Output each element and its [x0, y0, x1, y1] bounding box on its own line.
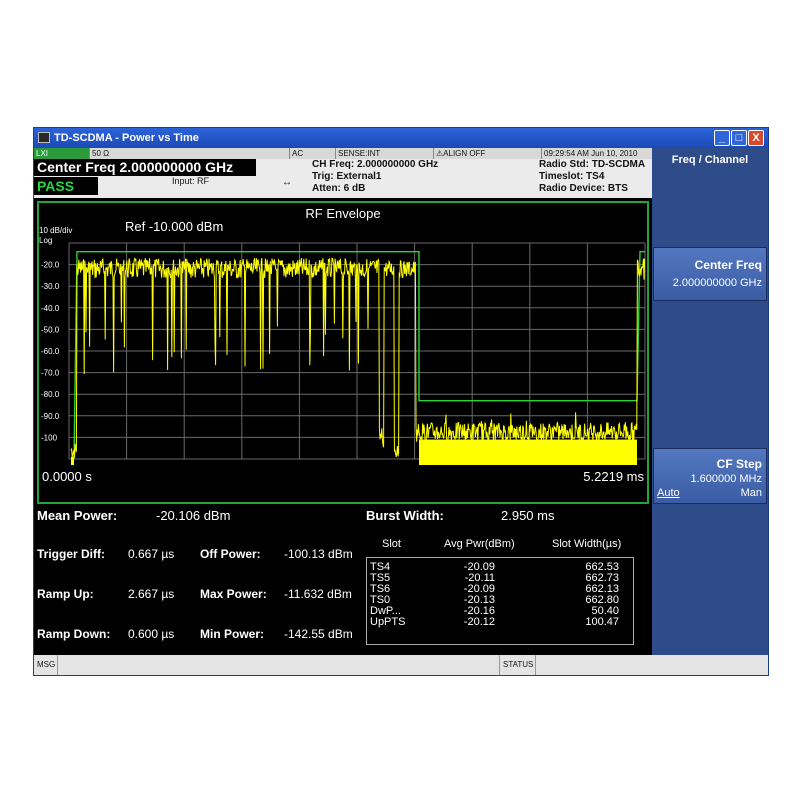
- min-power-value: -142.55 dBm: [284, 627, 353, 641]
- ramp-up-value: 2.667 µs: [128, 587, 175, 601]
- center-freq-softkey-value: 2.000000000 GHz: [672, 277, 762, 289]
- timestamp: 09:29:54 AM Jun 10, 2010: [544, 149, 638, 158]
- max-power-value: -11.632 dBm: [284, 587, 352, 601]
- burst-width-label: Burst Width:: [366, 508, 444, 523]
- avg-pwr-col-header: Avg Pwr(dBm): [444, 538, 515, 550]
- softkey-panel: Freq / Channel Center Freq 2.000000000 G…: [652, 148, 768, 655]
- cf-step-softkey[interactable]: CF Step 1.600000 MHz Auto Man: [653, 448, 767, 504]
- radio-std: Radio Std: TD-SCDMA: [539, 159, 646, 170]
- y-tick-label: -30.0: [41, 282, 60, 291]
- trigger-arrow-icon: ↔: [282, 177, 292, 188]
- close-button[interactable]: X: [748, 130, 764, 146]
- y-tick-label: -80.0: [41, 390, 60, 399]
- mean-power-value: -20.106 dBm: [156, 508, 231, 523]
- rf-envelope-plot[interactable]: RF Envelope Ref -10.000 dBm 10 dB/div Lo…: [37, 201, 649, 504]
- avg-pwr-cell: -20.12: [463, 616, 495, 628]
- attenuation: Atten: 6 dB: [312, 183, 366, 194]
- pre-burst-floor: [71, 456, 74, 465]
- sense-indicator: SENSE:INT: [336, 148, 434, 159]
- cf-step-softkey-label: CF Step: [716, 457, 762, 471]
- mean-power-label: Mean Power:: [37, 508, 118, 523]
- x-end-label: 5.2219 ms: [583, 469, 644, 484]
- impedance-indicator: 50 Ω: [90, 148, 290, 159]
- measurement-header: Center Freq 2.000000000 GHz PASS Input: …: [34, 159, 652, 198]
- align-indicator: ⚠ALIGN OFF: [434, 148, 542, 159]
- ramp-up-label: Ramp Up:: [37, 587, 94, 601]
- pass-fail-indicator: PASS: [34, 177, 98, 195]
- center-freq-softkey-label: Center Freq: [694, 258, 762, 272]
- center-freq-softkey[interactable]: Center Freq 2.000000000 GHz: [653, 247, 767, 301]
- trigger-source: Trig: External1: [312, 171, 382, 182]
- x-start-label: 0.0000 s: [42, 469, 92, 484]
- trigger-diff-value: 0.667 µs: [128, 547, 175, 561]
- radio-device: Radio Device: BTS: [539, 183, 628, 194]
- coupling-indicator: AC: [290, 148, 336, 159]
- trigger-diff-label: Trigger Diff:: [37, 547, 105, 561]
- y-tick-label: -90.0: [41, 412, 60, 421]
- minimize-button[interactable]: _: [714, 130, 730, 146]
- input-indicator: Input: RF: [172, 176, 210, 186]
- title-bar: TD-SCDMA - Power vs Time _ □ X: [34, 128, 768, 148]
- app-icon: [38, 132, 50, 143]
- msg-label: MSG: [34, 655, 58, 675]
- lxi-logo: LXI: [34, 148, 90, 159]
- y-tick-label: -50.0: [41, 325, 60, 334]
- min-power-label: Min Power:: [200, 627, 265, 641]
- slot-width-col-header: Slot Width(µs): [552, 538, 622, 550]
- table-row: UpPTS -20.12 100.47: [367, 617, 633, 628]
- slot-col-header: Slot: [382, 538, 401, 550]
- window-title: TD-SCDMA - Power vs Time: [54, 132, 199, 144]
- ramp-down-label: Ramp Down:: [37, 627, 111, 641]
- slot-cell: UpPTS: [370, 616, 406, 628]
- cf-step-auto[interactable]: Auto: [657, 487, 680, 499]
- cf-step-softkey-value: 1.600000 MHz: [690, 473, 762, 485]
- rf-envelope-trace: [70, 257, 646, 458]
- y-tick-label: -70.0: [41, 369, 60, 378]
- timeslot: Timeslot: TS4: [539, 171, 605, 182]
- y-tick-label: -100: [41, 433, 58, 442]
- measurement-results: Mean Power: -20.106 dBm Burst Width: 2.9…: [34, 506, 652, 654]
- y-tick-label: -20.0: [41, 261, 60, 270]
- y-tick-label: -60.0: [41, 347, 60, 356]
- burst-width-value: 2.950 ms: [501, 508, 555, 523]
- ramp-down-value: 0.600 µs: [128, 627, 175, 641]
- slot-table: TS4 -20.09 662.53 TS5 -20.11 662.73 TS6 …: [366, 557, 634, 645]
- slot-width-cell: 100.47: [585, 616, 619, 628]
- message-bar: MSG STATUS: [34, 655, 768, 675]
- ch-freq: CH Freq: 2.000000000 GHz: [312, 159, 439, 170]
- envelope-trace: -20.0 -30.0 -40.0 -50.0 -60.0 -70.0 -80.0 -90.0…: [41, 242, 646, 465]
- cf-step-man[interactable]: Man: [741, 487, 762, 499]
- off-power-value: -100.13 dBm: [284, 547, 353, 561]
- off-power-floor: [419, 439, 637, 465]
- y-tick-label: -40.0: [41, 304, 60, 313]
- off-power-label: Off Power:: [200, 547, 261, 561]
- main-display: LXI 50 Ω AC SENSE:INT ⚠ALIGN OFF 09:29:5…: [34, 148, 652, 655]
- max-power-label: Max Power:: [200, 587, 267, 601]
- analyzer-window: TD-SCDMA - Power vs Time _ □ X LXI 50 Ω …: [33, 127, 769, 676]
- menu-title: Freq / Channel: [671, 154, 749, 166]
- status-area: [536, 655, 768, 675]
- center-freq-readout[interactable]: Center Freq 2.000000000 GHz: [34, 159, 256, 176]
- status-row: LXI 50 Ω AC SENSE:INT ⚠ALIGN OFF 09:29:5…: [34, 148, 652, 159]
- maximize-button[interactable]: □: [731, 130, 747, 146]
- msg-area: [58, 655, 500, 675]
- status-label: STATUS: [500, 655, 536, 675]
